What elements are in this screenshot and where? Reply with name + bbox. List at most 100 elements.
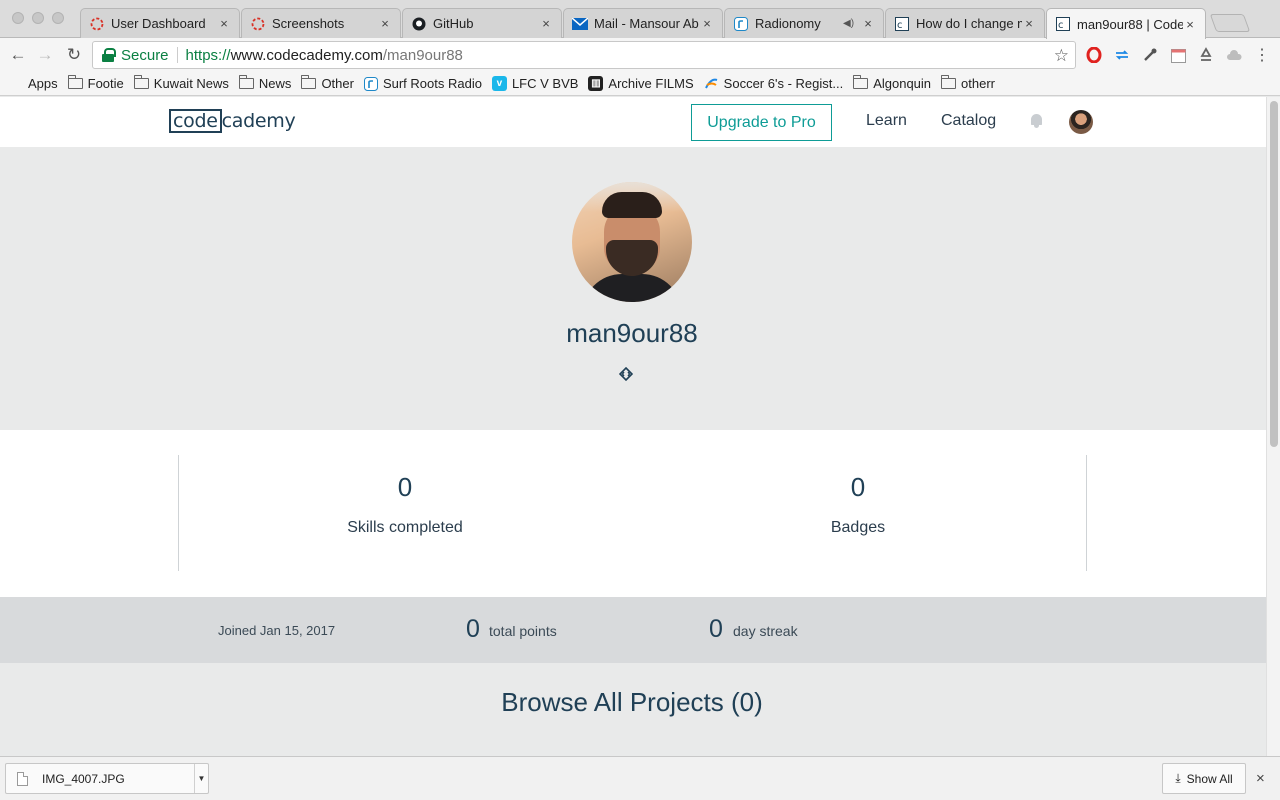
code-diamond-icon (619, 367, 633, 381)
window-zoom-button[interactable] (52, 12, 64, 24)
opera-extension-icon[interactable] (1085, 46, 1103, 64)
back-arrow-icon[interactable]: ← (6, 43, 30, 67)
nav-catalog-link[interactable]: Catalog (941, 112, 996, 130)
sync-extension-icon[interactable] (1113, 46, 1131, 64)
new-tab-button[interactable] (1209, 14, 1251, 32)
skills-completed-label: Skills completed (347, 519, 463, 536)
tab-title: Screenshots (272, 16, 345, 31)
tab-close-icon[interactable]: × (861, 16, 875, 31)
address-bar[interactable]: Secure https:// www.codecademy.com /man9… (92, 41, 1076, 69)
logo-code: code (169, 109, 222, 133)
show-all-label: Show All (1186, 771, 1233, 786)
tab-close-icon[interactable]: × (1022, 16, 1036, 31)
spinner-icon (89, 16, 105, 32)
tab-profile-active[interactable]: c man9our88 | Code × (1046, 8, 1206, 39)
bookmark-label: Soccer 6's - Regist... (723, 76, 844, 91)
page-scrollbar[interactable] (1266, 97, 1280, 756)
bookmark-kuwait-news[interactable]: Kuwait News (133, 75, 229, 91)
url-path: /man9our88 (382, 46, 463, 64)
joined-date: Joined Jan 15, 2017 (218, 623, 336, 638)
notification-bell-icon[interactable] (1030, 114, 1043, 128)
browse-projects-heading: Browse All Projects (0) (501, 687, 763, 717)
tab-radionomy[interactable]: Radionomy ◀) × (724, 8, 884, 38)
user-avatar[interactable] (1069, 110, 1093, 134)
tab-close-icon[interactable]: × (700, 16, 714, 31)
bookmark-label: Apps (28, 76, 58, 91)
download-item[interactable]: IMG_4007.JPG ▼ (5, 763, 209, 794)
tab-user-dashboard[interactable]: User Dashboard × (80, 8, 240, 38)
bookmark-footie[interactable]: Footie (67, 75, 124, 91)
nav-learn-link[interactable]: Learn (866, 112, 907, 130)
day-streak-count: 0 (709, 615, 723, 643)
bookmark-label: Surf Roots Radio (382, 76, 482, 91)
forward-arrow-icon[interactable]: → (33, 43, 57, 67)
bookmark-apps[interactable]: Apps (10, 76, 58, 91)
bookmark-algonquin[interactable]: Algonquin (853, 75, 931, 91)
tab-strip: User Dashboard × Screenshots × GitHub × … (0, 0, 1280, 39)
stats-divider (178, 455, 179, 571)
url-host: www.codecademy.com (230, 46, 383, 64)
browser-menu-icon[interactable]: ⋮ (1253, 46, 1271, 64)
folder-icon (67, 75, 83, 89)
reload-icon[interactable]: ↻ (62, 43, 86, 67)
folder-icon (301, 75, 317, 89)
codecademy-icon: c (894, 16, 910, 32)
github-icon (411, 16, 427, 32)
tab-title: How do I change m (916, 16, 1022, 31)
recycle-extension-icon[interactable] (1197, 46, 1215, 64)
tab-screenshots[interactable]: Screenshots × (241, 8, 401, 38)
tab-title: User Dashboard (111, 16, 206, 31)
codecademy-logo[interactable]: code cademy (169, 109, 296, 133)
bookmark-archive-films[interactable]: ▥ Archive FILMS (588, 76, 694, 91)
speaker-icon[interactable]: ◀) (843, 18, 857, 29)
bookmark-label: News (258, 76, 292, 91)
badges-count: 0 (850, 472, 866, 502)
stats-divider (1086, 455, 1087, 571)
page-viewport: code cademy Upgrade to Pro Learn Catalog… (0, 97, 1266, 756)
url-scheme: https:// (185, 46, 231, 64)
bookmark-soccer-6s[interactable]: Soccer 6's - Regist... (704, 76, 844, 91)
tab-github[interactable]: GitHub × (402, 8, 562, 38)
folder-icon (238, 75, 254, 89)
bookmark-label: Footie (87, 76, 124, 91)
download-shelf: IMG_4007.JPG ▼ ⤓ Show All × (0, 756, 1280, 800)
bookmark-other[interactable]: Other (301, 75, 354, 91)
window-minimize-button[interactable] (32, 12, 44, 24)
download-arrow-icon: ⤓ (1175, 771, 1181, 785)
spinner-icon (250, 16, 266, 32)
bookmark-lfc-v-bvb[interactable]: v LFC V BVB (491, 76, 578, 91)
radionomy-icon (363, 76, 378, 91)
bookmark-star-icon[interactable]: ☆ (1054, 46, 1069, 66)
scrollbar-thumb[interactable] (1270, 101, 1278, 447)
show-all-downloads-button[interactable]: ⤓ Show All (1162, 763, 1246, 794)
bookmarks-bar: Apps Footie Kuwait News News Other Surf … (0, 72, 1280, 96)
tab-close-icon[interactable]: × (539, 16, 553, 31)
chevron-down-icon[interactable]: ▼ (194, 764, 208, 793)
tab-close-icon[interactable]: × (378, 16, 392, 31)
tab-how-do-i-change[interactable]: c How do I change m × (885, 8, 1045, 38)
svg-text:c: c (1058, 20, 1064, 31)
eyedropper-extension-icon[interactable] (1141, 46, 1159, 64)
upgrade-to-pro-button[interactable]: Upgrade to Pro (691, 104, 832, 141)
apps-grid-icon (10, 77, 23, 90)
vimeo-icon: v (491, 76, 507, 91)
omnibox-divider (176, 47, 178, 63)
tab-mail[interactable]: Mail - Mansour Ab × (563, 8, 723, 38)
tab-close-icon[interactable]: × (1183, 17, 1197, 32)
profile-username: man9our88 (566, 318, 698, 348)
tab-title: Radionomy (755, 16, 821, 31)
folder-icon (133, 75, 149, 89)
bookmark-news[interactable]: News (238, 75, 292, 91)
archive-icon: ▥ (588, 76, 604, 91)
calendar-extension-icon[interactable] (1169, 46, 1187, 64)
tab-title: GitHub (433, 16, 474, 31)
skills-completed-count: 0 (397, 472, 413, 502)
bookmark-otherr[interactable]: otherr (941, 75, 995, 91)
close-icon[interactable]: × (1256, 770, 1265, 787)
cloud-extension-icon[interactable] (1225, 46, 1243, 64)
window-close-button[interactable] (12, 12, 24, 24)
bookmark-surf-roots-radio[interactable]: Surf Roots Radio (363, 76, 482, 91)
tab-close-icon[interactable]: × (217, 16, 231, 31)
site-header: code cademy Upgrade to Pro Learn Catalog (0, 97, 1266, 147)
profile-hero: man9our88 (0, 147, 1266, 430)
